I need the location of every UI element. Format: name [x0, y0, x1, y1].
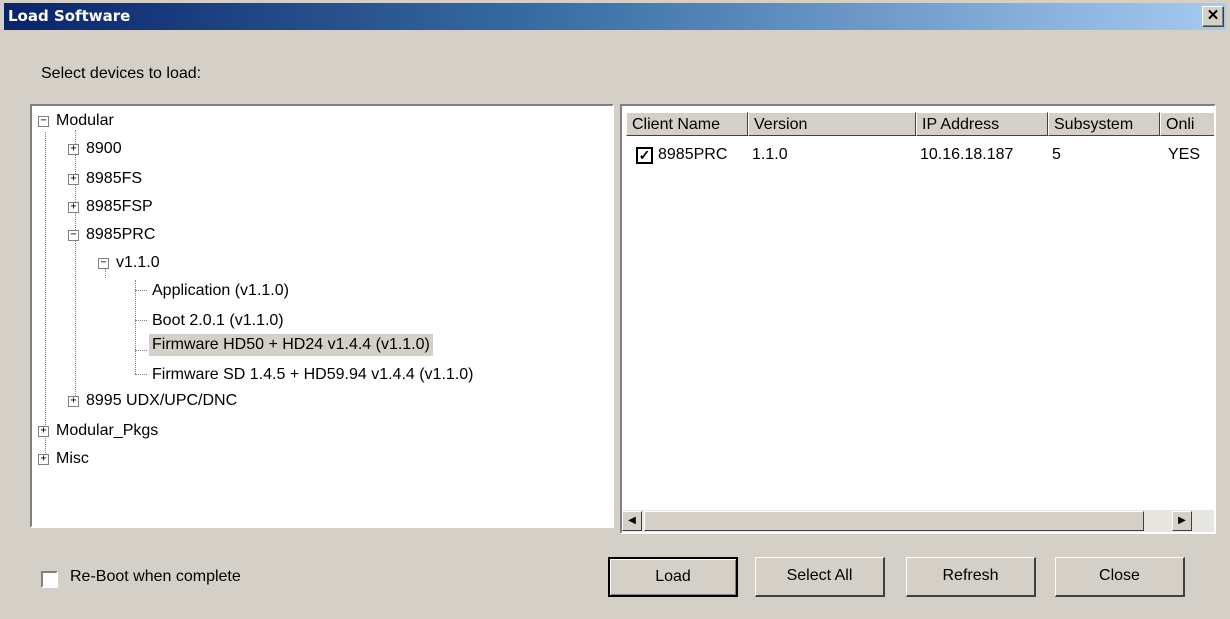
reboot-checkbox[interactable] — [41, 571, 58, 588]
title-bar: Load Software ✕ — [4, 3, 1226, 30]
scroll-right-button[interactable]: ▶ — [1172, 511, 1192, 531]
expand-icon[interactable]: + — [68, 202, 79, 213]
expand-icon[interactable]: + — [68, 396, 79, 407]
window-title: Load Software — [8, 7, 131, 25]
tree-node-8985fsp[interactable]: + 8985FSP — [68, 196, 153, 218]
close-window-button[interactable]: ✕ — [1202, 6, 1224, 27]
tree-node-application[interactable]: Application (v1.1.0) — [152, 280, 289, 302]
collapse-icon[interactable]: − — [38, 116, 49, 127]
cell-subsystem: 5 — [1052, 146, 1061, 163]
cell-online: YES — [1168, 146, 1201, 163]
arrow-left-icon: ◀ — [628, 515, 636, 526]
tree-node-label: 8995 UDX/UPC/DNC — [86, 392, 238, 409]
expand-icon[interactable]: + — [68, 144, 79, 155]
tree-node-label: 8985FSP — [86, 198, 153, 215]
device-tree[interactable]: − Modular + 8900 + 8985FS + 8985FSP − 89… — [30, 104, 614, 528]
tree-node-label: 8985PRC — [86, 226, 156, 243]
expand-icon[interactable]: + — [38, 426, 49, 437]
tree-node-8900[interactable]: + 8900 — [68, 138, 122, 160]
collapse-icon[interactable]: − — [68, 230, 79, 241]
tree-node-firmware-sd[interactable]: Firmware SD 1.4.5 + HD59.94 v1.4.4 (v1.1… — [152, 364, 473, 386]
refresh-button[interactable]: Refresh — [906, 557, 1036, 597]
expand-icon[interactable]: + — [38, 454, 49, 465]
load-button[interactable]: Load — [608, 557, 738, 597]
tree-node-boot[interactable]: Boot 2.0.1 (v1.1.0) — [152, 310, 284, 332]
client-list[interactable]: Client Name Version IP Address Subsystem… — [620, 104, 1216, 534]
cell-version: 1.1.0 — [752, 146, 788, 163]
tree-node-8985prc[interactable]: − 8985PRC — [68, 224, 155, 246]
tree-node-label: Modular_Pkgs — [56, 422, 159, 439]
arrow-right-icon: ▶ — [1178, 515, 1186, 526]
tree-node-8995[interactable]: + 8995 UDX/UPC/DNC — [68, 390, 237, 412]
column-header-online[interactable]: Onli — [1160, 112, 1214, 136]
scroll-left-button[interactable]: ◀ — [622, 511, 642, 531]
cell-client-name: 8985PRC — [658, 146, 728, 163]
column-header-ip-address[interactable]: IP Address — [916, 112, 1048, 136]
load-software-dialog: Load Software ✕ Select devices to load: … — [0, 0, 1230, 619]
tree-node-label: 8985FS — [86, 170, 143, 187]
tree-node-8985fs[interactable]: + 8985FS — [68, 168, 142, 190]
select-devices-label: Select devices to load: — [41, 65, 202, 82]
tree-node-modular[interactable]: − Modular — [38, 110, 114, 132]
close-button[interactable]: Close — [1055, 557, 1185, 597]
tree-node-modular-pkgs[interactable]: + Modular_Pkgs — [38, 420, 158, 442]
row-checkbox[interactable]: ✓ — [636, 147, 653, 164]
column-header-client-name[interactable]: Client Name — [626, 112, 748, 136]
tree-node-label: Modular — [56, 112, 114, 129]
cell-ip-address: 10.16.18.187 — [920, 146, 1014, 163]
scroll-thumb[interactable] — [644, 511, 1144, 531]
close-icon: ✕ — [1206, 7, 1220, 24]
column-header-subsystem[interactable]: Subsystem — [1048, 112, 1160, 136]
table-row[interactable]: ✓ 8985PRC 1.1.0 10.16.18.187 5 YES — [622, 142, 1214, 168]
reboot-label: Re-Boot when complete — [70, 568, 241, 585]
select-all-button[interactable]: Select All — [755, 557, 885, 597]
tree-node-firmware-hd[interactable]: Firmware HD50 + HD24 v1.4.4 (v1.1.0) — [149, 334, 433, 356]
tree-node-v1-1-0[interactable]: − v1.1.0 — [98, 252, 160, 274]
column-header-version[interactable]: Version — [748, 112, 916, 136]
horizontal-scrollbar[interactable]: ◀ ▶ — [622, 510, 1214, 532]
expand-icon[interactable]: + — [68, 174, 79, 185]
collapse-icon[interactable]: − — [98, 258, 109, 269]
tree-node-misc[interactable]: + Misc — [38, 448, 89, 470]
